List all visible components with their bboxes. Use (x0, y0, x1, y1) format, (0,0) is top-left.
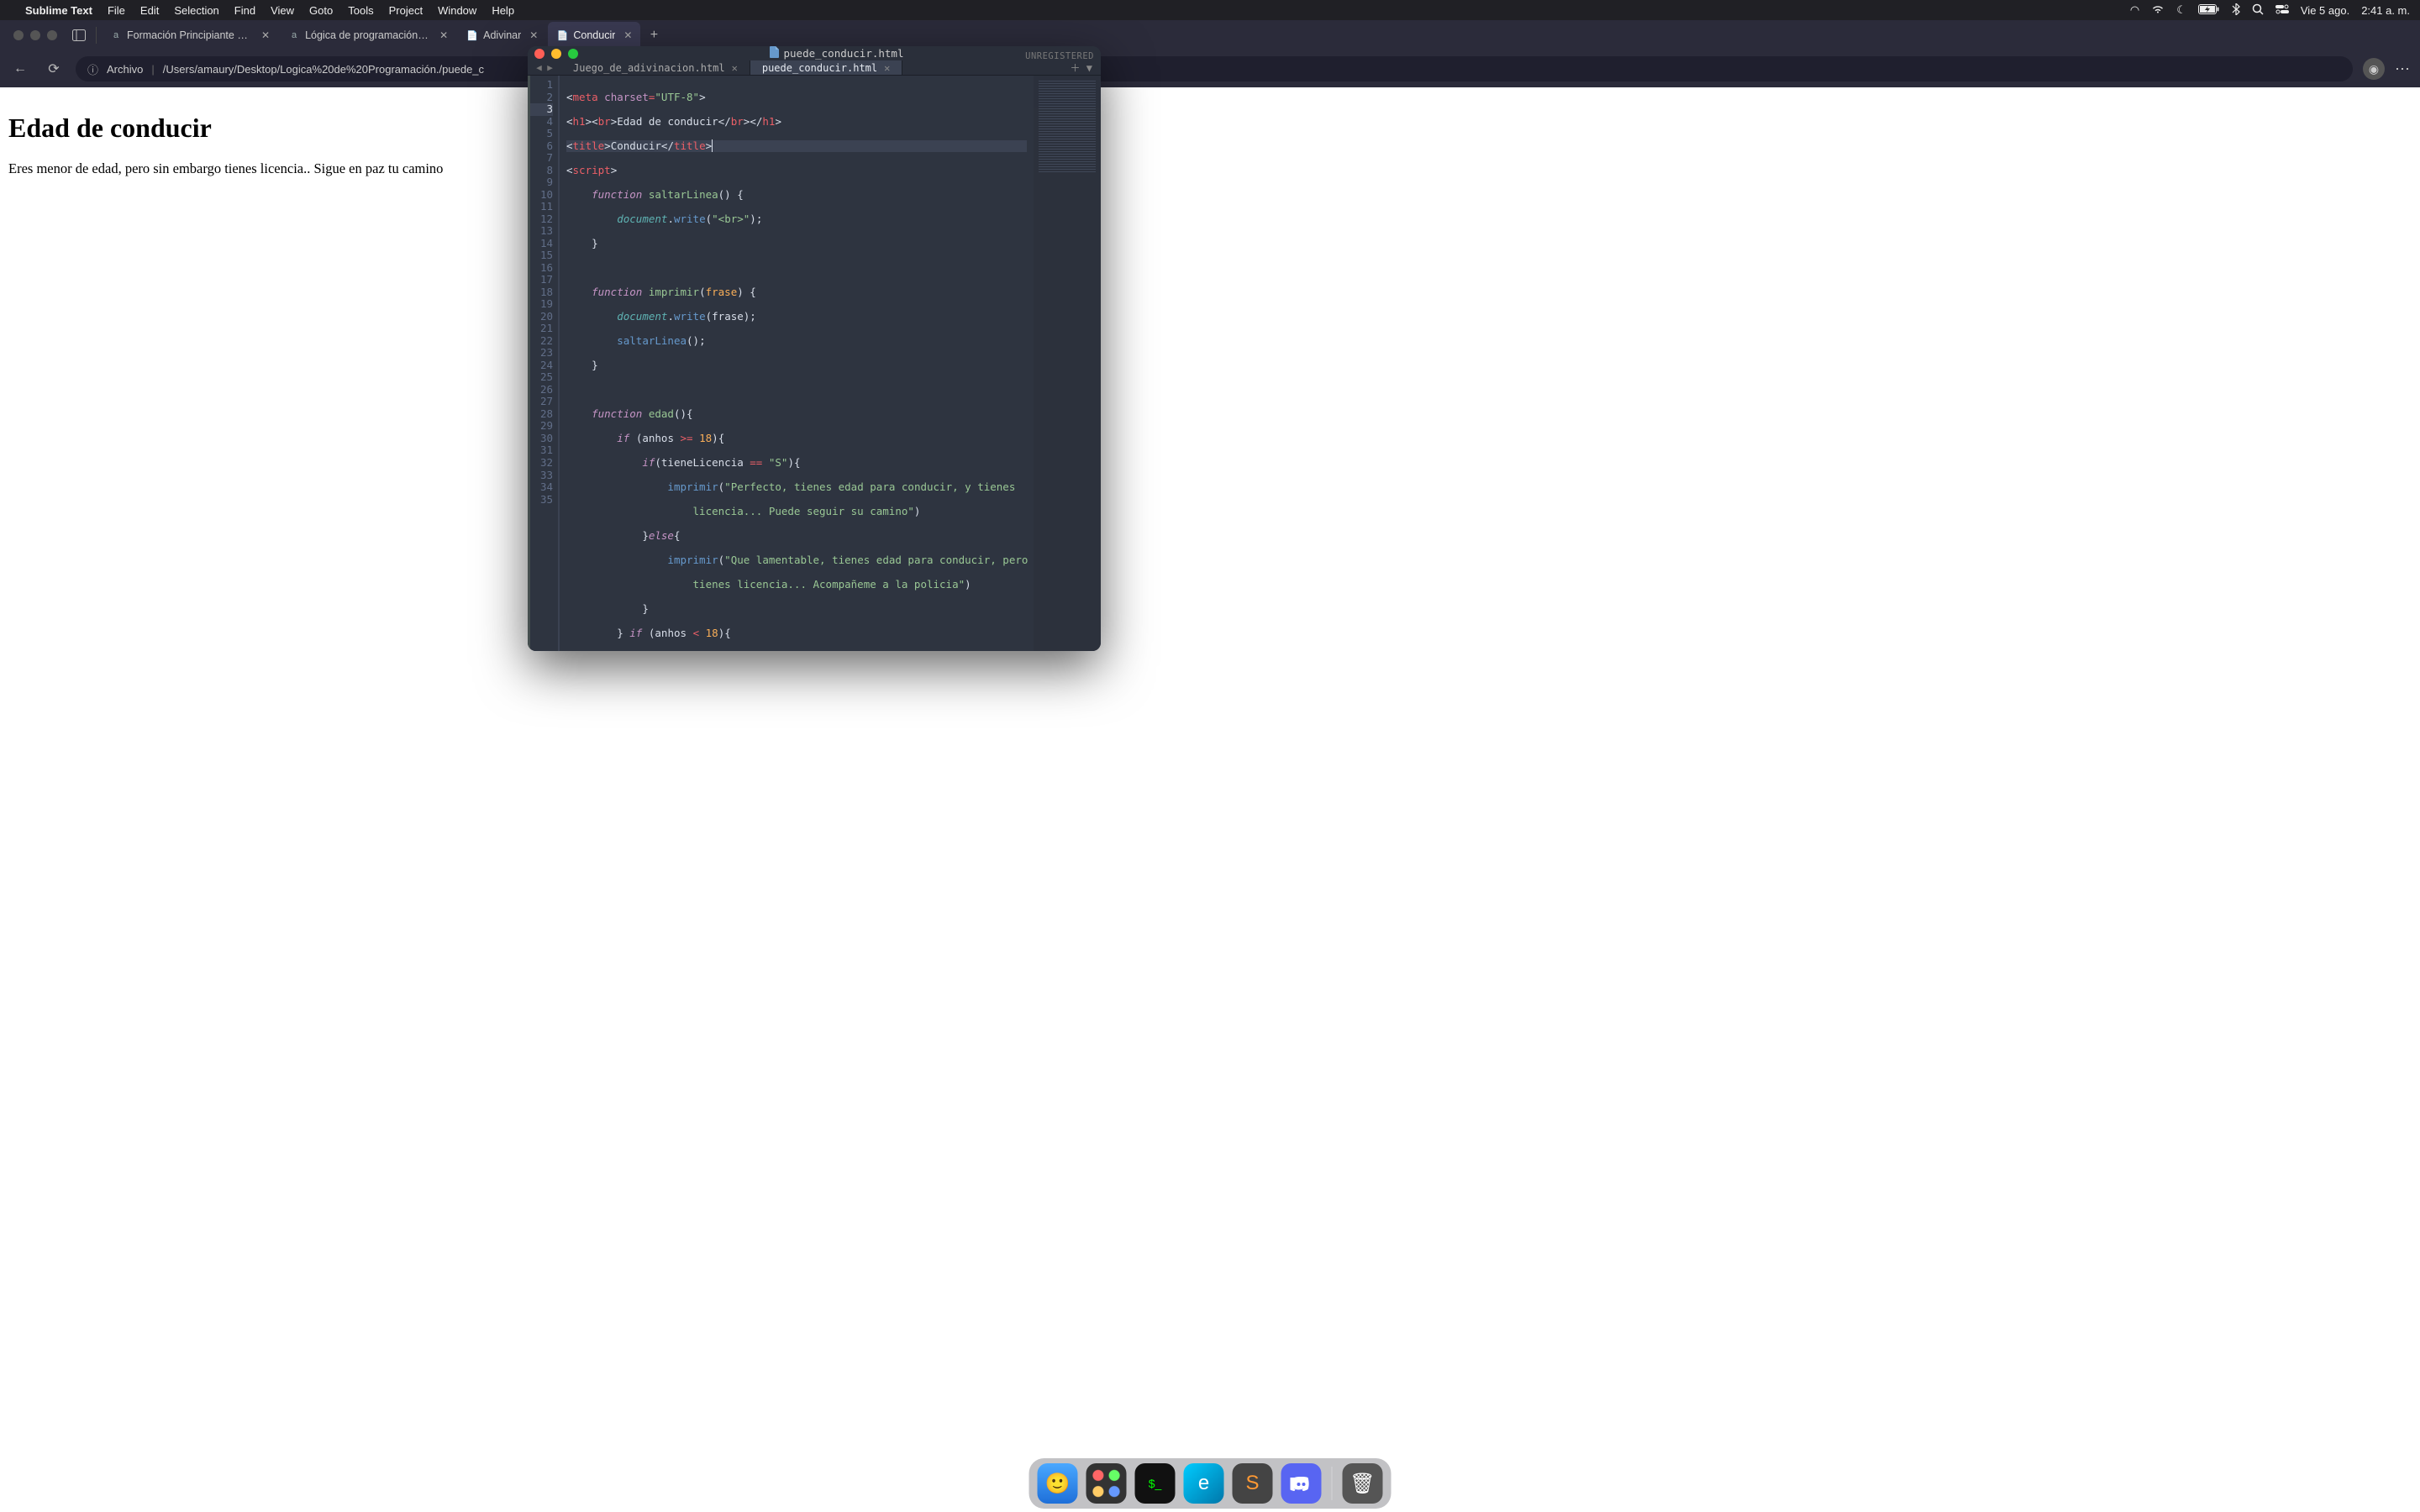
status-arc-icon[interactable]: ◠ (2130, 3, 2139, 17)
dock: 🙂 $_ e S 🗑 (1029, 1458, 1392, 1509)
menu-project[interactable]: Project (389, 4, 423, 17)
new-tab-button[interactable]: + (642, 24, 666, 47)
bluetooth-icon[interactable] (2232, 3, 2240, 18)
site-info-icon[interactable]: ⓘ (87, 61, 98, 77)
tab-label: Conducir (573, 29, 615, 41)
tab-label: Adivinar (483, 29, 521, 41)
menu-goto[interactable]: Goto (309, 4, 333, 17)
close-window-icon[interactable] (534, 49, 544, 59)
url-path: /Users/amaury/Desktop/Logica%20de%20Prog… (163, 63, 484, 76)
editor-tab[interactable]: Juego_de_adivinacion.html ✕ (561, 60, 750, 75)
browser-tab[interactable]: a Lógica de programación parte ✕ (280, 22, 456, 49)
tab-close-icon[interactable]: ✕ (623, 29, 632, 41)
menu-tools[interactable]: Tools (348, 4, 373, 17)
spotlight-icon[interactable] (2252, 3, 2264, 18)
sublime-tabbar: ◀ ▶ Juego_de_adivinacion.html ✕ puede_co… (528, 60, 1101, 76)
dock-app-edge[interactable]: e (1184, 1463, 1224, 1504)
dock-app-terminal[interactable]: $_ (1135, 1463, 1176, 1504)
browser-tab[interactable]: a Formación Principiante en Programación… (102, 22, 278, 49)
file-icon (769, 46, 779, 60)
tab-close-icon[interactable]: ✕ (529, 29, 538, 41)
menubar-time[interactable]: 2:41 a. m. (2361, 4, 2410, 17)
browser-tabstrip: a Formación Principiante en Programación… (0, 20, 2420, 50)
menu-view[interactable]: View (271, 4, 294, 17)
editor-tab[interactable]: puede_conducir.html ✕ (750, 60, 903, 75)
menu-find[interactable]: Find (234, 4, 255, 17)
dock-trash[interactable]: 🗑 (1343, 1463, 1383, 1504)
more-menu-icon[interactable]: ⋯ (2395, 60, 2412, 78)
unregistered-label: UNREGISTERED (1025, 51, 1094, 61)
menu-selection[interactable]: Selection (174, 4, 218, 17)
minimap[interactable] (1034, 76, 1101, 651)
dock-app-sublime[interactable]: S (1233, 1463, 1273, 1504)
url-protocol: Archivo (107, 63, 143, 76)
favicon-file-icon: 📄 (556, 29, 568, 41)
minimize-window-icon[interactable] (551, 49, 561, 59)
menubar-app-name[interactable]: Sublime Text (25, 4, 92, 17)
window-controls[interactable] (5, 30, 66, 40)
tab-label: puede_conducir.html (762, 62, 877, 74)
line-number-gutter[interactable]: 1234 5678 9101112 13141516 17181920 2122… (528, 76, 560, 651)
tab-label: Juego_de_adivinacion.html (573, 62, 725, 74)
sidebar-toggle-icon[interactable] (67, 24, 91, 47)
zoom-window-icon[interactable] (568, 49, 578, 59)
tab-close-icon[interactable]: ✕ (439, 29, 448, 41)
browser-tab[interactable]: 📄 Adivinar ✕ (458, 22, 546, 49)
favicon-alura-icon: a (110, 29, 122, 41)
macos-menubar: Sublime Text File Edit Selection Find Vi… (0, 0, 2420, 20)
menu-window[interactable]: Window (438, 4, 476, 17)
profile-avatar[interactable]: ◉ (2363, 58, 2385, 80)
menubar-date[interactable]: Vie 5 ago. (2301, 4, 2349, 17)
favicon-file-icon: 📄 (466, 29, 478, 41)
dock-app-launchpad[interactable] (1086, 1463, 1127, 1504)
tab-close-icon[interactable]: ✕ (261, 29, 270, 41)
address-bar[interactable]: ⓘ Archivo | /Users/amaury/Desktop/Logica… (76, 56, 2353, 81)
dock-app-finder[interactable]: 🙂 (1038, 1463, 1078, 1504)
tab-overflow-controls[interactable]: ＋ ▼ (1062, 60, 1101, 75)
menu-file[interactable]: File (108, 4, 125, 17)
wifi-icon[interactable] (2151, 4, 2165, 17)
browser-toolbar: ← ⟳ ⓘ Archivo | /Users/amaury/Desktop/Lo… (0, 50, 2420, 87)
sublime-window: puede_conducir.html UNREGISTERED ◀ ▶ Jue… (528, 46, 1101, 651)
menu-help[interactable]: Help (492, 4, 514, 17)
sublime-titlebar[interactable]: puede_conducir.html (528, 46, 1101, 60)
code-editor[interactable]: <meta charset="UTF-8"> <h1><br>Edad de c… (560, 76, 1034, 651)
tab-close-icon[interactable]: ✕ (884, 62, 890, 74)
page-content: Edad de conducir Eres menor de edad, per… (0, 87, 2420, 1512)
battery-icon[interactable] (2198, 4, 2220, 17)
reload-button[interactable]: ⟳ (42, 57, 66, 81)
window-controls[interactable] (534, 49, 578, 59)
window-title: puede_conducir.html (784, 47, 904, 60)
page-heading: Edad de conducir (8, 113, 2412, 144)
favicon-alura-icon: a (288, 29, 300, 41)
tab-close-icon[interactable]: ✕ (732, 62, 738, 74)
do-not-disturb-icon[interactable]: ☾ (2176, 3, 2186, 17)
menu-edit[interactable]: Edit (140, 4, 159, 17)
dock-app-discord[interactable] (1281, 1463, 1322, 1504)
tab-label: Formación Principiante en Programación (127, 29, 253, 41)
browser-tab[interactable]: 📄 Conducir ✕ (548, 22, 640, 49)
browser-window: a Formación Principiante en Programación… (0, 20, 2420, 1512)
page-text: Eres menor de edad, pero sin embargo tie… (8, 160, 2412, 177)
back-button[interactable]: ← (8, 57, 32, 81)
control-center-icon[interactable] (2275, 4, 2289, 17)
tab-label: Lógica de programación parte (305, 29, 431, 41)
tab-history-nav[interactable]: ◀ ▶ (528, 60, 561, 75)
